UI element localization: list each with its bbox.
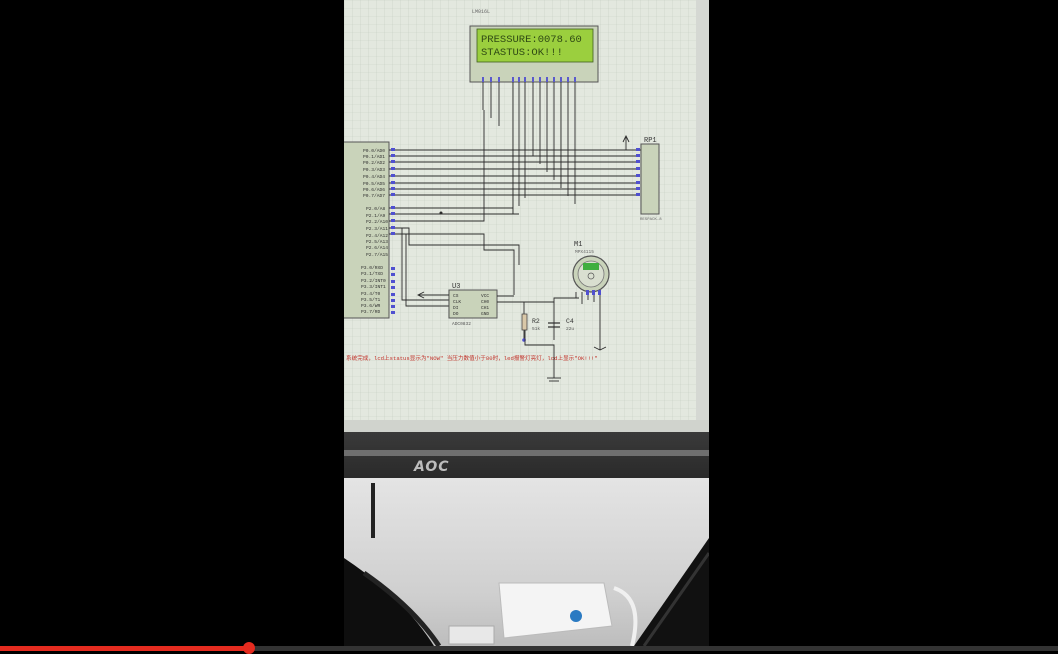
p2-pin: P2.2/A10 bbox=[366, 219, 388, 225]
p2-pin: P2.0/A8 bbox=[366, 206, 386, 212]
u3-part: ADC0832 bbox=[452, 321, 471, 327]
p0-pin: P0.5/AD5 bbox=[363, 181, 385, 187]
power-adapter bbox=[498, 582, 613, 639]
p2-pin: P2.5/A13 bbox=[366, 239, 388, 245]
u3-pin: VCC bbox=[481, 293, 489, 299]
p0-pin: P0.3/AD3 bbox=[363, 167, 385, 173]
p3-pin: P3.3/INT1 bbox=[361, 284, 386, 290]
c4-label: C4 bbox=[566, 318, 574, 325]
r2-resistor bbox=[521, 313, 528, 331]
u3-pin: DI bbox=[453, 305, 459, 311]
m1-label: M1 bbox=[574, 241, 582, 249]
p3-pin: P3.2/INT0 bbox=[361, 278, 386, 284]
p0-pin: P0.2/AD2 bbox=[363, 160, 385, 166]
p3-pin: P3.4/T0 bbox=[361, 291, 381, 297]
u3-pin: CLK bbox=[453, 299, 461, 305]
lcd-line-1: PRESSURE:0078.60 bbox=[481, 34, 582, 46]
video-frame: LM016L PRESSURE:0078.60 STASTUS:OK!!! P0… bbox=[344, 0, 709, 646]
rp1-resistor-pack bbox=[640, 143, 660, 215]
video-progress-bar[interactable] bbox=[0, 642, 1058, 654]
r2-label: R2 bbox=[532, 318, 540, 325]
rp1-part: RESPACK-8 bbox=[640, 218, 662, 222]
u3-pin: GND bbox=[481, 311, 489, 317]
u3-pin: CH0 bbox=[481, 299, 489, 305]
p3-pin: P3.7/RD bbox=[361, 309, 381, 315]
schematic-canvas: LM016L PRESSURE:0078.60 STASTUS:OK!!! P0… bbox=[344, 0, 709, 432]
p2-pin: P2.6/A14 bbox=[366, 245, 388, 251]
monitor-screen: LM016L PRESSURE:0078.60 STASTUS:OK!!! P0… bbox=[344, 0, 709, 432]
p3-pin: P3.0/RXD bbox=[361, 265, 383, 271]
p2-pin: P2.7/A15 bbox=[366, 252, 388, 258]
monitor-brand-logo: AOC bbox=[414, 459, 450, 475]
u3-pin: DO bbox=[453, 311, 459, 317]
desk-background bbox=[344, 478, 709, 646]
p3-pin: P3.1/TXD bbox=[361, 271, 383, 277]
schematic-note: 系统完成，lcd上status显示为"NOW" 当压力数值小于80时，led报警… bbox=[346, 354, 598, 362]
p0-pin: P0.7/AD7 bbox=[363, 193, 385, 199]
p0-pin: P0.0/AD0 bbox=[363, 148, 385, 154]
m1-part: MPX4115 bbox=[575, 249, 594, 255]
u3-pin: CS bbox=[453, 293, 459, 299]
p0-pin: P0.4/AD4 bbox=[363, 174, 385, 180]
r2-value: 51k bbox=[532, 326, 540, 332]
video-progress-fill bbox=[0, 646, 249, 651]
lcd-line-2: STASTUS:OK!!! bbox=[481, 47, 563, 59]
p2-pin: P2.3/A11 bbox=[366, 226, 388, 232]
video-progress-knob[interactable] bbox=[242, 642, 255, 654]
c4-value: 22u bbox=[566, 326, 574, 332]
p2-pin: P2.4/A12 bbox=[366, 233, 388, 239]
monitor-bezel: AOC bbox=[344, 432, 709, 478]
p0-pin: P0.6/AD6 bbox=[363, 187, 385, 193]
p3-pin: P3.5/T1 bbox=[361, 297, 381, 303]
p3-pin: P3.6/WR bbox=[361, 303, 381, 309]
lcd-part-label: LM016L bbox=[472, 9, 490, 15]
u3-pin: CH1 bbox=[481, 305, 489, 311]
p2-pin: P2.1/A9 bbox=[366, 213, 386, 219]
p0-pin: P0.1/AD1 bbox=[363, 154, 385, 160]
